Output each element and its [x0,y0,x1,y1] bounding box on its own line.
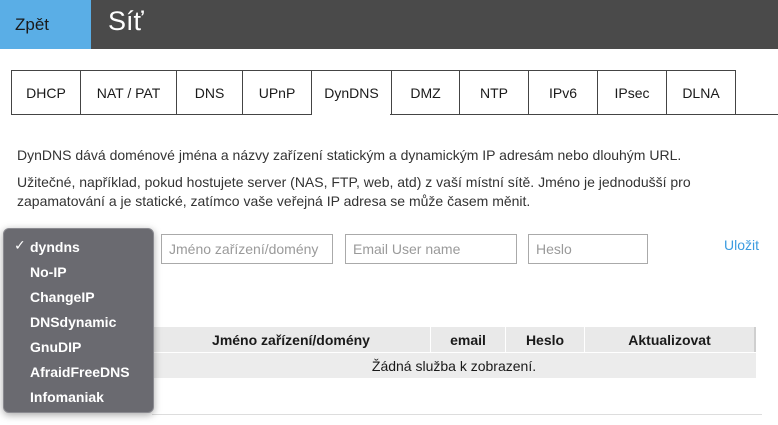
tab-upnp[interactable]: UPnP [242,70,311,115]
provider-option-dnsdynamic[interactable]: DNSdynamic [4,309,153,334]
checkmark-icon: ✓ [14,237,26,253]
provider-option-gnudip[interactable]: GnuDIP [4,334,153,359]
column-header-password: Heslo [506,327,585,352]
description-text: Užitečné, například, pokud hostujete ser… [17,174,691,209]
top-bar: Zpět Síť [0,0,778,49]
description-text: DynDNS dává doménové jména a názvy zaříz… [17,147,682,163]
divider [152,414,762,415]
empty-table-message: Žádná služba k zobrazení. [152,353,756,378]
tab-bar: DHCP NAT / PAT DNS UPnP DynDNS DMZ NTP I… [11,70,736,115]
tab-dhcp[interactable]: DHCP [11,70,80,115]
tab-dns[interactable]: DNS [176,70,242,115]
tab-dmz[interactable]: DMZ [391,70,459,115]
save-button[interactable]: Uložit [724,237,759,253]
tab-ntp[interactable]: NTP [459,70,528,115]
provider-option-no-ip[interactable]: No-IP [4,259,153,284]
column-header-email: email [431,327,506,352]
provider-dropdown-menu: ✓ dyndns No-IP ChangeIP DNSdynamic GnuDI… [3,228,154,413]
column-header-device: Jméno zařízení/domény [152,327,431,352]
tab-nat-pat[interactable]: NAT / PAT [80,70,176,115]
provider-option-infomaniak[interactable]: Infomaniak [4,384,153,409]
tab-divider [390,114,778,115]
device-name-input[interactable] [161,234,333,264]
tab-dlna[interactable]: DLNA [666,70,736,115]
services-table-header: Jméno zařízení/domény email Heslo Aktual… [152,327,756,352]
provider-option-afraidfreedns[interactable]: AfraidFreeDNS [4,359,153,384]
column-header-update: Aktualizovat [585,327,756,352]
email-input[interactable] [345,234,517,264]
provider-option-changeip[interactable]: ChangeIP [4,284,153,309]
tab-ipsec[interactable]: IPsec [597,70,666,115]
option-label: dyndns [30,238,80,255]
password-input[interactable] [528,234,648,264]
page-title: Síť [108,6,144,36]
tab-divider [11,114,310,115]
tab-ipv6[interactable]: IPv6 [528,70,597,115]
tab-dyndns[interactable]: DynDNS [311,70,391,115]
provider-option-dyndns[interactable]: ✓ dyndns [4,234,153,259]
back-button[interactable]: Zpět [0,0,91,49]
